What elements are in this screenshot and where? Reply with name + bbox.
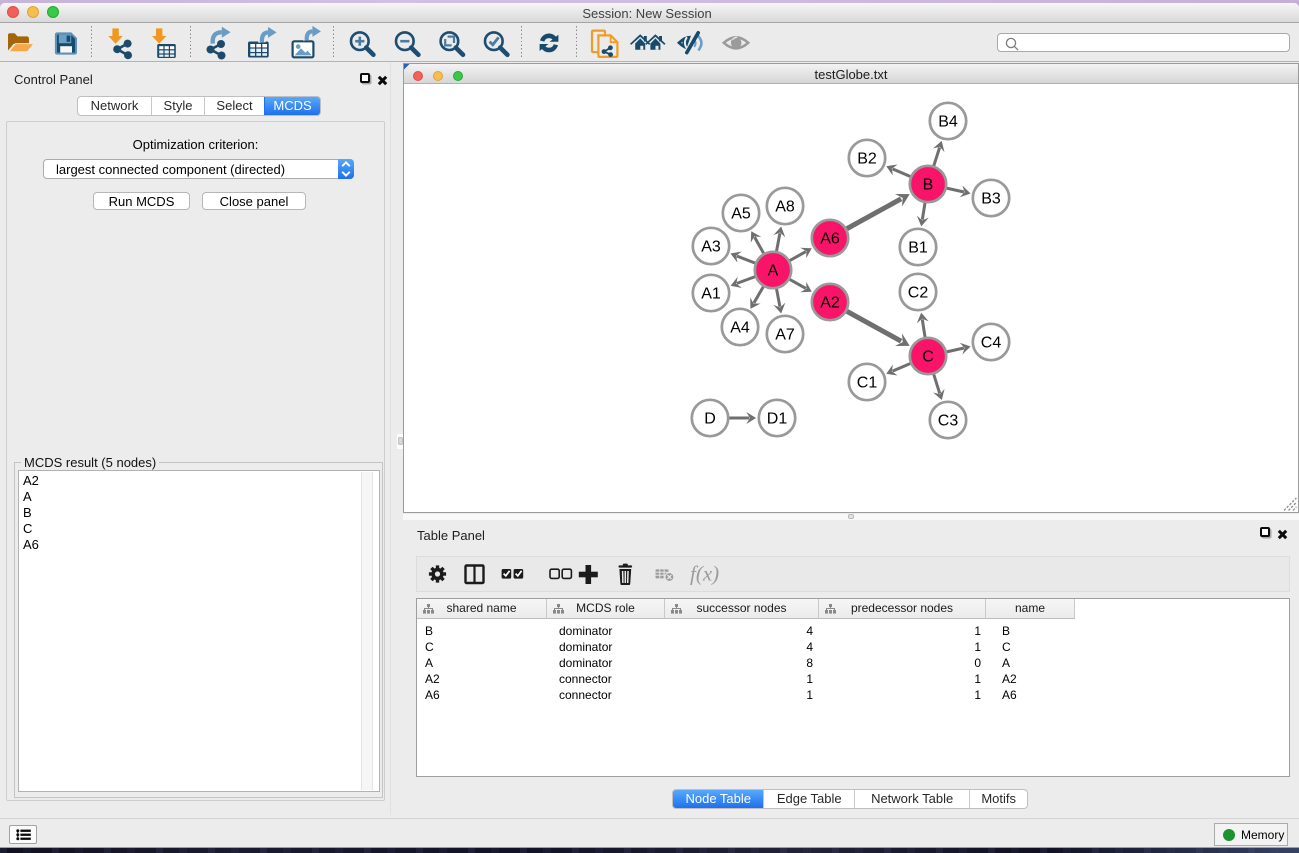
svg-text:C2: C2 [908,285,929,302]
svg-text:C4: C4 [981,335,1002,352]
svg-text:C3: C3 [938,413,959,430]
svg-text:B1: B1 [908,240,928,257]
svg-text:A5: A5 [731,206,751,223]
svg-text:B: B [923,177,934,194]
svg-text:A: A [768,263,779,280]
svg-text:C1: C1 [857,375,878,392]
svg-text:A6: A6 [820,231,840,248]
svg-text:A7: A7 [775,327,795,344]
svg-text:A3: A3 [701,239,721,256]
svg-text:A4: A4 [730,320,750,337]
svg-text:B4: B4 [938,114,958,131]
svg-text:D: D [704,411,716,428]
svg-text:A2: A2 [820,295,840,312]
svg-text:A1: A1 [701,286,721,303]
svg-text:f(x): f(x) [690,562,719,586]
svg-text:B2: B2 [857,151,877,168]
svg-text:D1: D1 [767,411,788,428]
svg-text:C: C [922,349,934,366]
svg-text:B3: B3 [981,191,1001,208]
svg-text:A8: A8 [775,199,795,216]
